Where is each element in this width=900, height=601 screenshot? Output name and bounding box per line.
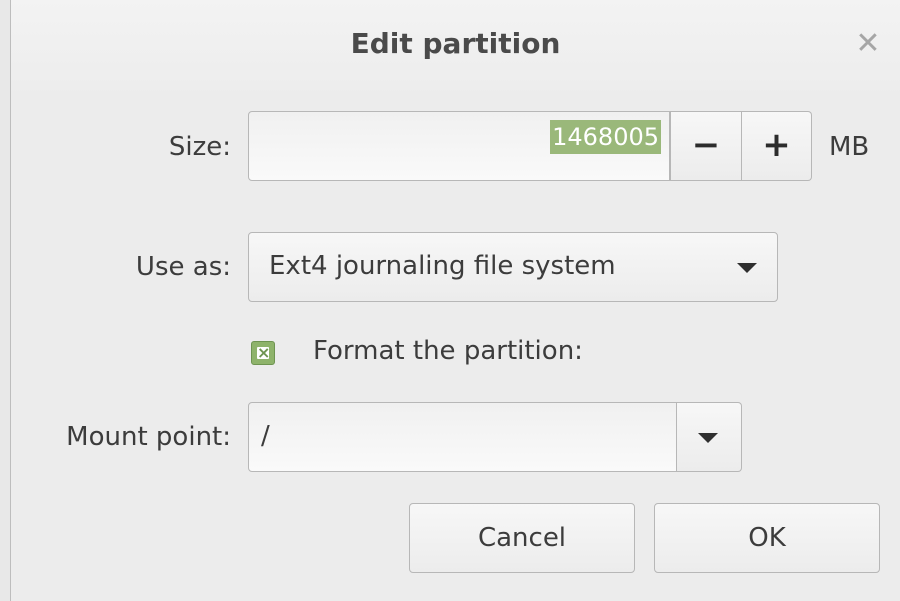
use-as-dropdown[interactable]: Ext4 journaling file system [248,232,778,302]
size-input[interactable]: 1468005 [248,111,670,181]
chevron-down-icon [737,263,757,273]
dialog-title: Edit partition [350,27,561,60]
decrement-button[interactable]: − [670,111,742,181]
ok-button[interactable]: OK [654,503,880,573]
close-icon[interactable]: ✕ [854,29,882,59]
mount-point-value: / [261,421,270,451]
size-value: 1468005 [550,120,661,154]
size-unit: MB [829,132,870,162]
format-label: Format the partition: [313,336,583,366]
plus-icon: + [762,125,791,165]
mount-point-input[interactable]: / [248,402,677,472]
edit-partition-dialog: Edit partition ✕ Size: 1468005 − + MB Us… [10,0,900,601]
size-label: Size: [168,132,231,162]
use-as-label: Use as: [135,252,231,282]
increment-button[interactable]: + [742,111,812,181]
chevron-down-icon [698,433,718,443]
titlebar: Edit partition ✕ [11,0,900,100]
mount-point-dropdown-button[interactable] [677,402,742,472]
minus-icon: − [691,125,721,165]
cancel-button[interactable]: Cancel [409,503,635,573]
format-checkbox[interactable] [251,341,275,365]
mount-point-label: Mount point: [66,422,231,452]
use-as-value: Ext4 journaling file system [269,251,616,281]
